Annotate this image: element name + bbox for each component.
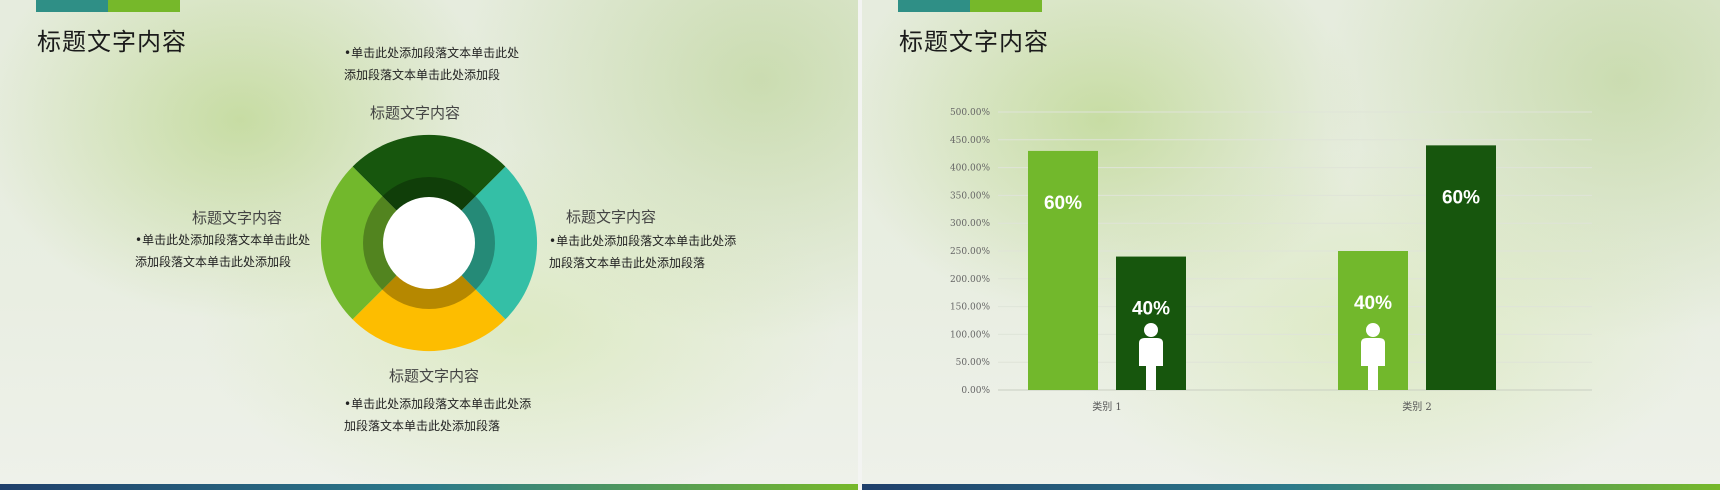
segment-top-text: •单击此处添加段落文本单击此处 添加段落文本单击此处添加段 xyxy=(344,46,520,82)
segment-top-label: 标题文字内容 xyxy=(370,104,461,122)
slide-right: 标题文字内容 0.00% 50.00% 100.00% 150.00% 200.00% 2… xyxy=(862,0,1720,490)
segment-left-label: 标题文字内容 xyxy=(192,209,283,227)
y-tick-label: 450.00% xyxy=(950,136,990,146)
y-tick-label: 200.00% xyxy=(950,275,990,285)
ring-center-hole xyxy=(383,197,475,289)
bar-chart: 0.00% 50.00% 100.00% 150.00% 200.00% 250.00% 3… xyxy=(950,108,1592,413)
person-icon xyxy=(1144,323,1158,337)
y-tick-label: 0.00% xyxy=(961,386,990,396)
y-tick-label: 100.00% xyxy=(950,330,990,340)
y-tick-label: 250.00% xyxy=(950,247,990,257)
bar xyxy=(1028,150,1098,390)
segment-right-text: •单击此处添加段落文本单击此处添 加段落文本单击此处添加段落 xyxy=(549,234,737,270)
segment-left-text: •单击此处添加段落文本单击此处 添加段落文本单击此处添加段 xyxy=(135,233,311,269)
segment-bottom-label: 标题文字内容 xyxy=(389,367,480,385)
bar-data-label: 60% xyxy=(1044,193,1082,214)
y-tick-label: 150.00% xyxy=(950,303,990,313)
bar-data-label: 60% xyxy=(1442,187,1480,208)
x-category-label: 类别 2 xyxy=(1402,400,1432,413)
y-tick-label: 350.00% xyxy=(950,191,990,201)
bottom-accent-bar xyxy=(0,484,858,490)
slide-left: 标题文字内容 •单击此处添加段落文本单击此处 添加段落文本单击此处添加段 标题文… xyxy=(0,0,858,490)
segment-right-label: 标题文字内容 xyxy=(566,208,657,226)
y-tick-label: 500.00% xyxy=(950,108,990,118)
bar-data-label: 40% xyxy=(1132,299,1170,320)
person-icon xyxy=(1366,323,1380,337)
x-category-label: 类别 1 xyxy=(1092,400,1122,413)
bar xyxy=(1426,145,1496,390)
y-tick-label: 300.00% xyxy=(950,219,990,229)
y-tick-label: 50.00% xyxy=(956,358,991,368)
bottom-accent-bar xyxy=(862,484,1720,490)
bar-data-label: 40% xyxy=(1354,293,1392,314)
y-tick-label: 400.00% xyxy=(950,164,990,174)
segment-bottom-text: •单击此处添加段落文本单击此处添 加段落文本单击此处添加段落 xyxy=(344,397,532,433)
